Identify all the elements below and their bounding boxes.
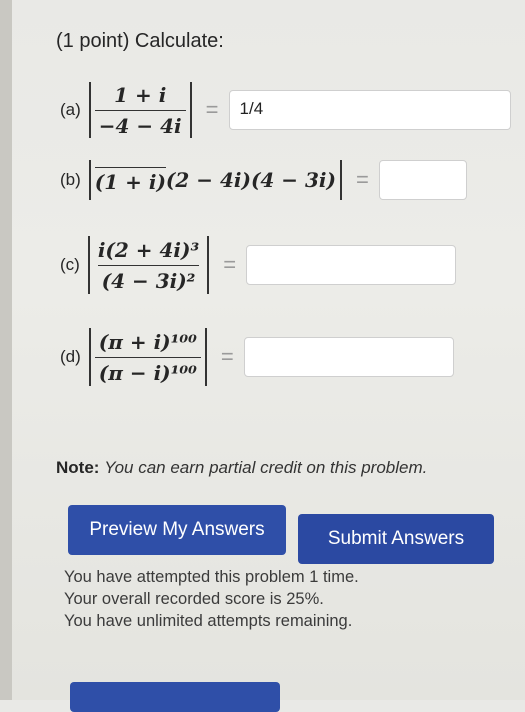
attempts-remaining-text: You have unlimited attempts remaining.	[64, 612, 353, 630]
attempt-status: You have attempted this problem 1 time. …	[64, 566, 359, 632]
abs-bar-right	[189, 82, 192, 138]
preview-answers-button[interactable]: Preview My Answers	[68, 505, 286, 555]
problem-panel: (1 point) Calculate: (a) 1 + i −4 − 4i =…	[12, 0, 525, 712]
part-b-label: (b)	[60, 170, 81, 189]
submit-answers-button[interactable]: Submit Answers	[298, 514, 494, 564]
part-c-fraction: i(2 + 4i)³ (4 − 3i)²	[94, 238, 203, 293]
part-c-denominator: (4 − 3i)²	[97, 264, 200, 293]
abs-bar-left	[87, 236, 90, 294]
recorded-score-text: Your overall recorded score is 25%.	[64, 590, 324, 608]
equals-sign: =	[205, 97, 219, 122]
part-d-label: (d)	[60, 347, 81, 366]
part-d-denominator: (π − i)¹⁰⁰	[94, 356, 201, 385]
problem-title: (1 point) Calculate:	[56, 30, 224, 52]
abs-bar-left	[88, 328, 91, 386]
abs-bar-right	[339, 160, 342, 200]
note-label: Note:	[56, 458, 100, 477]
page-edge	[0, 0, 12, 700]
part-d-fraction: (π + i)¹⁰⁰ (π − i)¹⁰⁰	[94, 329, 201, 385]
part-b-expression: (2 − 4i)(4 − 3i)	[165, 168, 336, 192]
part-d-answer-input[interactable]	[243, 337, 454, 377]
part-a-numerator: 1 + i	[114, 82, 167, 107]
abs-bar-right	[204, 328, 207, 386]
part-b-answer-input[interactable]	[378, 160, 467, 200]
partial-credit-note: Note: You can earn partial credit on thi…	[56, 458, 427, 478]
part-a-fraction: 1 + i −4 − 4i	[94, 82, 186, 138]
part-a-row: (a) 1 + i −4 − 4i = 1/4	[60, 82, 511, 138]
part-b-row: (b) (1 + i) (2 − 4i)(4 − 3i) =	[60, 160, 467, 200]
part-a-answer-input[interactable]: 1/4	[228, 90, 511, 130]
part-a-label: (a)	[60, 100, 81, 119]
part-d-row: (d) (π + i)¹⁰⁰ (π − i)¹⁰⁰ =	[60, 328, 454, 386]
equals-sign: =	[355, 167, 369, 192]
part-c-answer-input[interactable]	[246, 245, 457, 285]
part-c-row: (c) i(2 + 4i)³ (4 − 3i)² =	[60, 236, 457, 294]
equals-sign: =	[220, 344, 234, 369]
part-b-conjugate: (1 + i)	[94, 166, 166, 194]
part-a-denominator: −4 − 4i	[94, 109, 186, 138]
part-c-numerator: i(2 + 4i)³	[97, 237, 200, 262]
part-c-label: (c)	[60, 255, 80, 274]
abs-bar-right	[207, 236, 210, 294]
note-text: You can earn partial credit on this prob…	[104, 458, 428, 477]
part-d-numerator: (π + i)¹⁰⁰	[98, 329, 197, 354]
abs-bar-left	[88, 82, 91, 138]
equals-sign: =	[223, 252, 237, 277]
attempts-count-text: You have attempted this problem 1 time.	[64, 568, 359, 586]
abs-bar-left	[88, 160, 91, 200]
partially-visible-button[interactable]	[70, 682, 280, 712]
